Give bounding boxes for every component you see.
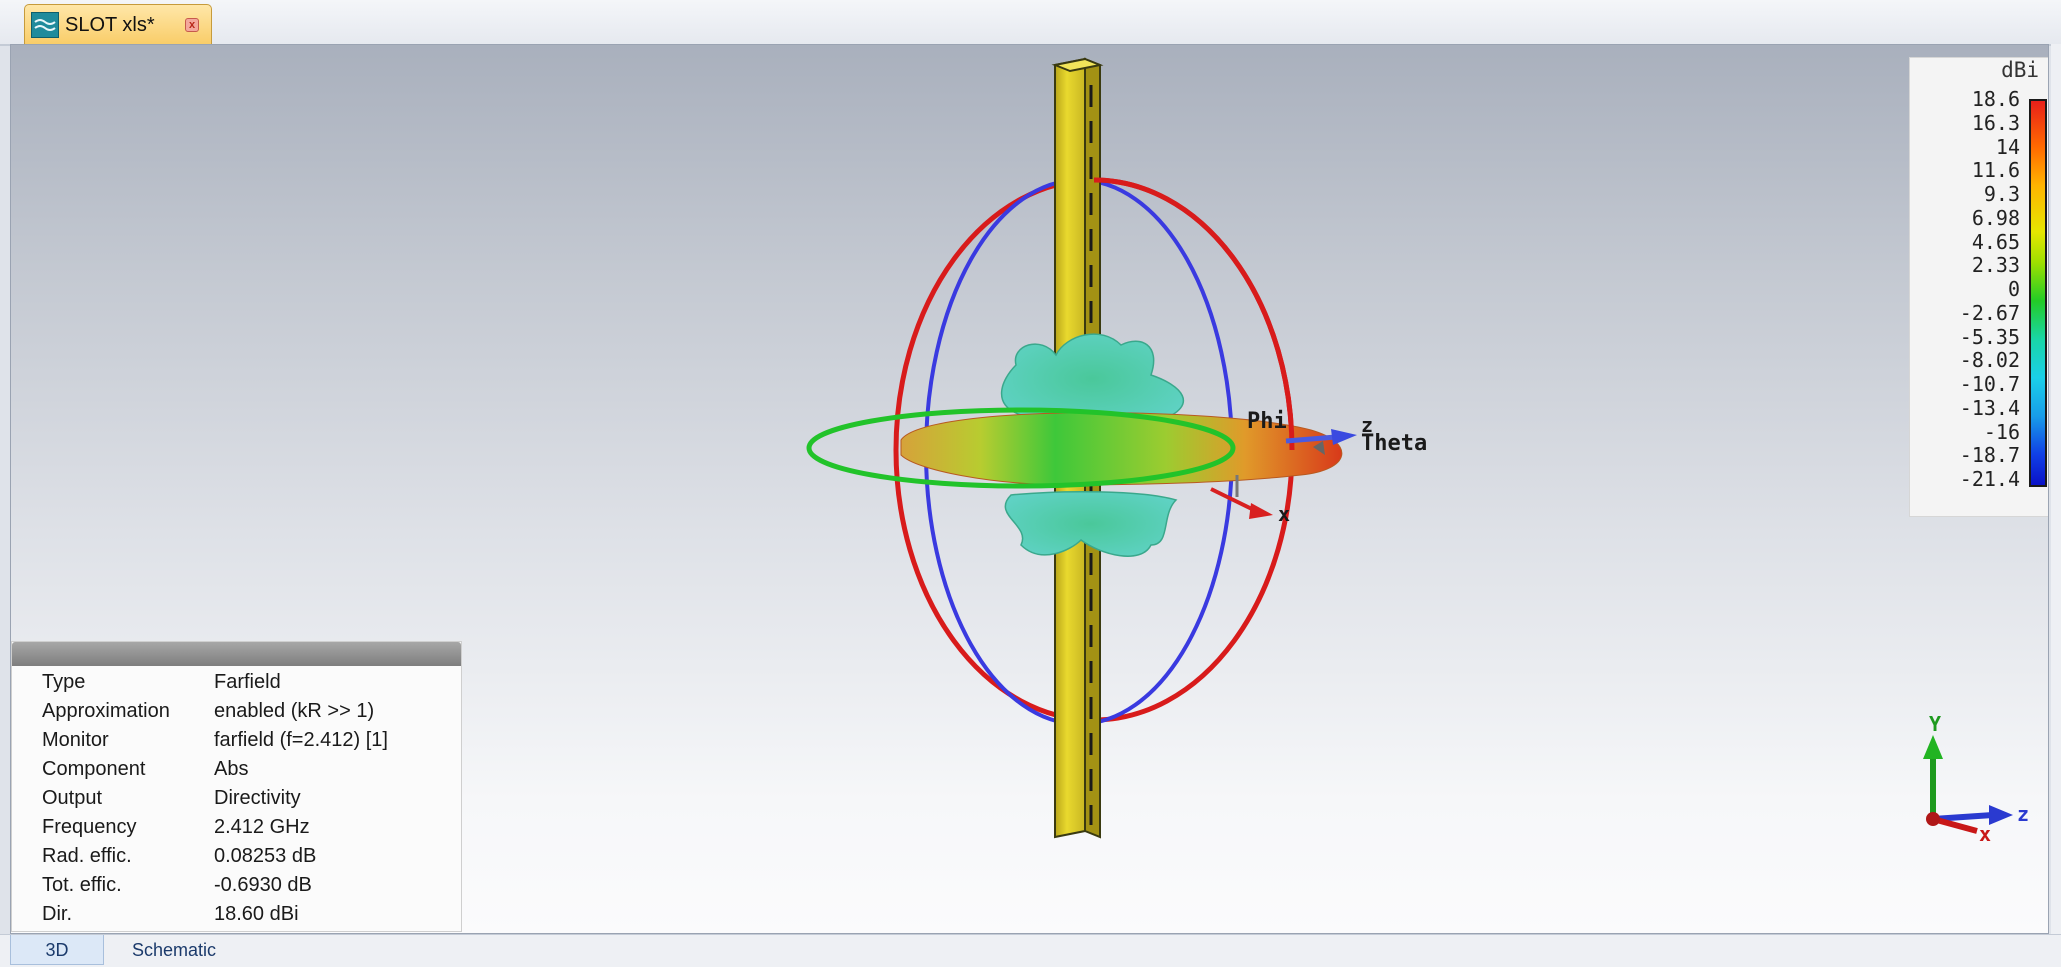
colorbar-gradient bbox=[2029, 99, 2047, 487]
info-value: Farfield bbox=[214, 671, 281, 693]
colorbar-tick: -10.7 bbox=[1959, 372, 2020, 396]
colorbar-tick: 2.33 bbox=[1971, 253, 2020, 278]
colorbar-tick: 11.6 bbox=[1971, 158, 2020, 183]
3d-viewport[interactable]: Phi z Theta x Y z x dBi 18.6 16.3 14 11.6 9.… bbox=[10, 44, 2049, 934]
info-key: Monitor bbox=[42, 729, 109, 751]
colorbar-tick: -8.02 bbox=[1959, 348, 2020, 373]
triad-x-label: x bbox=[1979, 822, 1991, 846]
colorbar-tick: 4.65 bbox=[1971, 229, 2020, 254]
tab-3d[interactable]: 3D bbox=[10, 935, 104, 965]
farfield-lower-lobe bbox=[1004, 490, 1178, 557]
info-value: farfield (f=2.412) [1] bbox=[214, 729, 388, 751]
colorbar-tick: -18.7 bbox=[1959, 443, 2020, 468]
info-panel-header bbox=[12, 642, 461, 666]
info-value: 0.08253 dB bbox=[214, 845, 317, 867]
info-key: Dir. bbox=[42, 903, 72, 925]
x-axis-label: x bbox=[1278, 502, 1290, 526]
colorbar-tick: 18.6 bbox=[1971, 87, 2020, 111]
theta-label: Theta bbox=[1361, 431, 1427, 456]
colorbar-tick: 14 bbox=[1995, 134, 2020, 159]
colorbar-tick: -2.67 bbox=[1959, 300, 2020, 325]
colorbar-tick: -13.4 bbox=[1959, 395, 2020, 420]
colorbar-tick: 16.3 bbox=[1971, 110, 2020, 135]
tab-schematic[interactable]: Schematic bbox=[108, 935, 240, 965]
info-key: Rad. effic. bbox=[42, 845, 132, 867]
colorbar-tick: -21.4 bbox=[1959, 467, 2020, 491]
cst-project-icon bbox=[31, 12, 59, 38]
info-value: Abs bbox=[214, 758, 249, 780]
document-tab-title: SLOT xls* bbox=[65, 14, 155, 36]
colorbar-tick: 6.98 bbox=[1971, 205, 2020, 230]
right-edge bbox=[2051, 44, 2061, 934]
info-key: Approximation bbox=[42, 700, 170, 722]
orientation-triad: Y z x bbox=[1923, 712, 2029, 846]
document-tab[interactable]: SLOT xls* x bbox=[24, 4, 212, 44]
info-value: Directivity bbox=[214, 787, 301, 809]
colorbar-legend: dBi 18.6 16.3 14 11.6 9.3 6.98 4.65 2.33 0 -2.67-… bbox=[1909, 57, 2048, 517]
view-tabs: 3D Schematic bbox=[0, 934, 2061, 967]
colorbar-tick: 9.3 bbox=[1983, 182, 2020, 206]
info-key: Tot. effic. bbox=[42, 874, 122, 896]
colorbar-tick: 0 bbox=[2007, 277, 2020, 301]
info-value: enabled (kR >> 1) bbox=[214, 700, 375, 722]
info-key: Output bbox=[42, 787, 103, 809]
triad-y-label: Y bbox=[1929, 712, 1941, 736]
info-value: -0.6930 dB bbox=[214, 874, 312, 896]
info-key: Frequency bbox=[42, 816, 137, 838]
close-icon[interactable]: x bbox=[185, 18, 199, 32]
triad-z-label: z bbox=[2017, 802, 2029, 826]
info-value: 18.60 dBi bbox=[214, 903, 299, 925]
farfield-info-panel: Type Farfield Approximation enabled (kR >> … bbox=[11, 641, 462, 932]
info-value: 2.412 GHz bbox=[214, 816, 310, 838]
info-key: Component bbox=[42, 758, 146, 780]
phi-label: Phi bbox=[1247, 409, 1287, 434]
colorbar-tick: -5.35 bbox=[1959, 324, 2020, 349]
document-tab-strip: SLOT xls* x bbox=[0, 0, 2061, 46]
colorbar-tick: -16 bbox=[1983, 419, 2020, 444]
info-key: Type bbox=[42, 671, 86, 693]
colorbar-unit: dBi bbox=[2001, 58, 2039, 82]
